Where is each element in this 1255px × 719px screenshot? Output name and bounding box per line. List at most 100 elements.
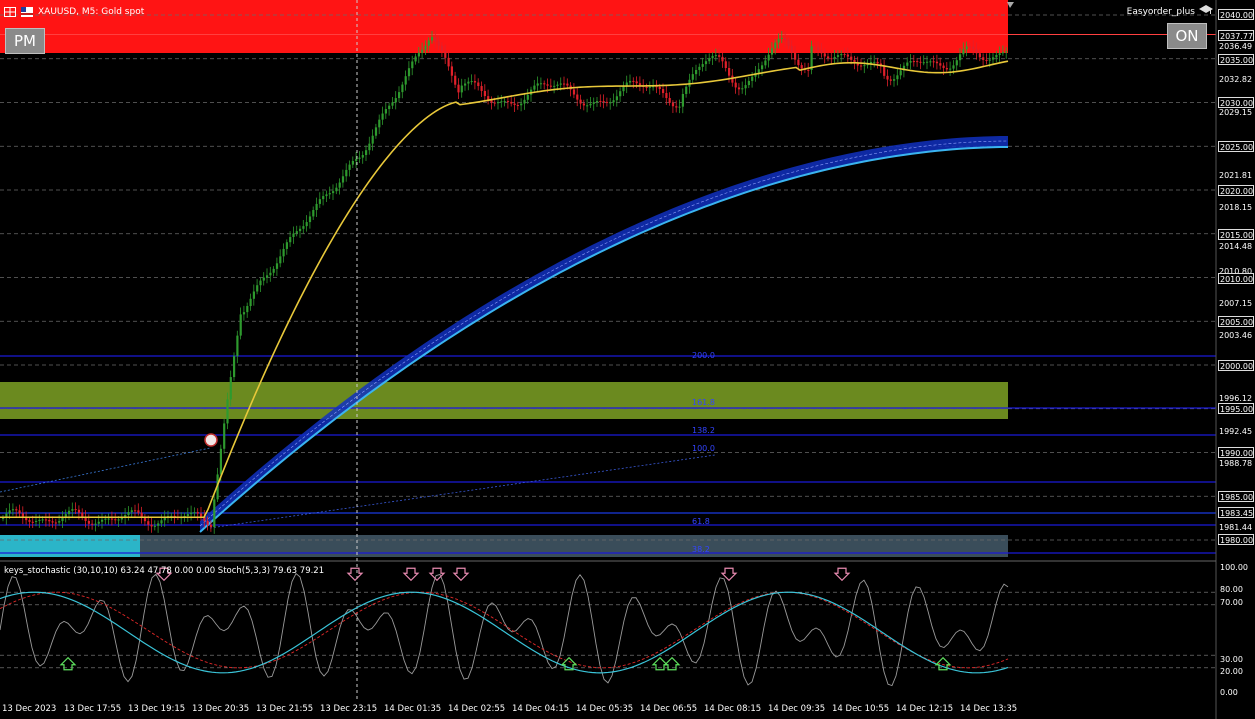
candle-body [417,52,420,57]
candle-body [480,86,483,91]
candle-body [622,86,625,92]
candle-body [823,53,826,57]
candle-body [275,263,279,269]
candle-body [731,75,734,83]
candle-body [922,62,925,64]
candle-body [718,55,721,57]
candle-body [559,83,562,85]
candle-body [328,193,331,195]
price-label: 2015.00 [1218,229,1254,240]
candle-body [147,521,150,525]
price-label: 2007.15 [1219,299,1253,308]
candle-body [645,86,648,88]
candle-body [325,194,328,197]
candle-body [368,143,371,151]
candle-body [252,291,255,299]
candle-body [662,89,665,94]
candle-body [68,510,71,515]
candle-body [526,94,529,100]
candle-body [114,519,117,521]
price-label: 1995.00 [1218,403,1254,414]
candle-body [447,57,450,67]
price-label: 2037.77 [1218,30,1254,41]
candle-body [698,66,701,70]
candle-body [836,55,840,57]
candle-body [817,47,820,50]
price-label: 2025.00 [1218,141,1254,152]
candle-body [695,69,698,75]
candle-body [510,101,513,104]
candle-body [701,64,704,67]
candles [2,30,1008,534]
graduation-cap-icon [1199,5,1213,18]
candle-body [734,82,737,88]
candle-body [421,49,424,53]
candle-body [840,54,843,56]
candle-body [8,510,11,514]
candle-body [737,87,741,90]
moving-average [0,60,1009,519]
time-label: 14 Dec 13:35 [960,704,1018,714]
candle-body [450,66,453,76]
candle-body [378,119,381,128]
candle-body [127,512,130,516]
candle-body [374,127,378,136]
candle-body [503,101,506,103]
candle-body [602,101,605,103]
candle-body [431,37,434,41]
candle-body [483,90,486,97]
candle-body [94,523,97,525]
candle-body [48,520,51,522]
time-label: 13 Dec 17:55 [64,704,122,714]
candle-body [827,56,830,59]
candle-body [87,520,90,524]
candle-body [137,510,140,513]
candle-body [751,76,754,81]
sell-arrow-icon [346,567,364,582]
on-button[interactable]: ON [1167,23,1207,49]
candle-body [101,519,104,522]
candle-body [975,49,978,54]
candle-body [536,83,539,86]
candle-body [711,55,714,59]
candle-body [186,514,189,517]
trade-marker-icon[interactable] [204,433,218,447]
candle-body [391,102,394,106]
candle-body [764,60,767,66]
stoch-axis-label: 20.00 [1220,667,1243,676]
candle-body [873,61,876,63]
candle-body [714,55,717,57]
price-chart[interactable] [0,0,1255,719]
candle-body [256,285,259,292]
candle-body [473,81,477,83]
time-label: 13 Dec 20:35 [192,704,250,714]
candle-body [883,66,886,76]
price-label: 1985.00 [1218,491,1254,502]
stoch-main [0,572,1009,687]
candle-body [820,49,823,54]
candle-body [196,512,199,514]
candle-body [209,524,213,528]
candle-body [371,135,374,144]
candle-body [629,80,632,83]
candle-body [619,91,622,97]
candle-body [863,65,866,67]
stoch-axis-label: 80.00 [1220,585,1243,594]
ea-name: Easyorder_plus [1126,6,1195,17]
candle-body [361,155,364,158]
candle-body [982,57,985,60]
candle-body [592,102,595,104]
candle-body [576,94,579,100]
candle-body [315,203,318,211]
candle-body [992,57,995,60]
candle-body [929,61,932,63]
price-label: 2000.00 [1218,360,1254,371]
candle-body [493,102,496,104]
candle-body [896,75,899,80]
candle-body [721,56,724,62]
pm-button[interactable]: PM [5,28,45,54]
candle-body [322,196,325,200]
sell-arrow-icon [402,567,420,582]
expert-advisor-label[interactable]: Easyorder_plus [1127,5,1213,18]
time-label: 13 Dec 2023 [2,704,57,714]
